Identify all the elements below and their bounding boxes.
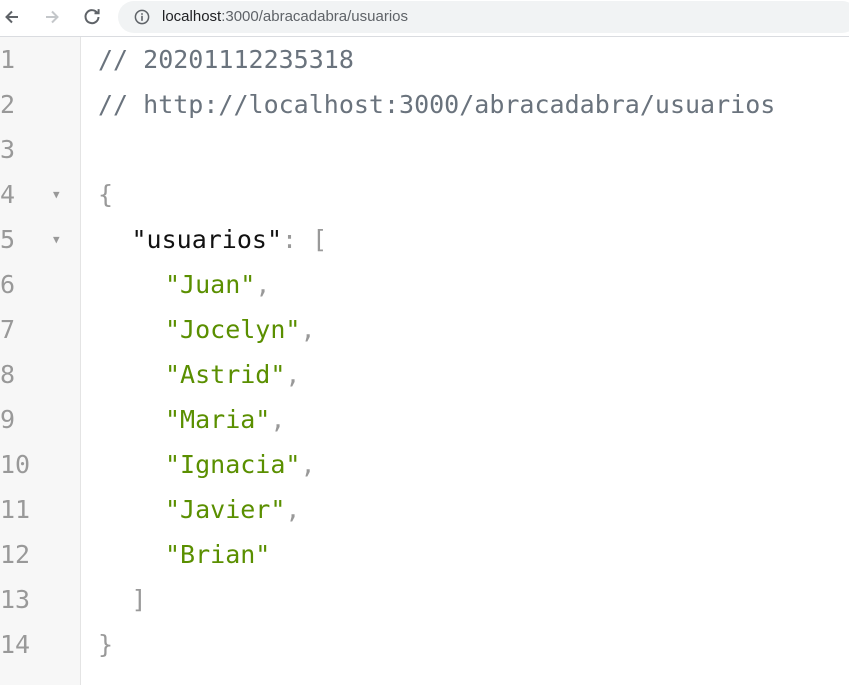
code-line: 6 "Juan", <box>0 262 849 307</box>
code-line: 3 <box>0 127 849 172</box>
code-line: 5 ▼ "usuarios": [ <box>0 217 849 262</box>
code-token-punct: , <box>285 495 301 524</box>
code-line: 11 "Javier", <box>0 487 849 532</box>
reload-button[interactable] <box>80 6 104 28</box>
line-number: 13 <box>0 585 31 614</box>
line-number: 2 <box>0 90 16 119</box>
line-number: 12 <box>0 540 31 569</box>
code-content: "Jocelyn", <box>165 307 316 352</box>
line-number: 10 <box>0 450 31 479</box>
arrow-right-icon <box>46 10 59 24</box>
code-token-punct: , <box>300 315 316 344</box>
code-content: "Maria", <box>165 397 285 442</box>
code-token-punct: ] <box>131 585 147 614</box>
code-content: "Astrid", <box>165 352 300 397</box>
code-content: "Brian" <box>165 532 270 577</box>
line-number: 1 <box>0 45 16 74</box>
code-token-punct: , <box>285 360 301 389</box>
fold-triangle-icon[interactable]: ▼ <box>53 217 60 262</box>
line-number: 14 <box>0 630 31 659</box>
code-token-comment: // 20201112235318 <box>98 45 354 74</box>
code-content: "Juan", <box>165 262 270 307</box>
line-number: 3 <box>0 135 16 164</box>
code-token-punct: , <box>270 405 286 434</box>
code-line: 8 "Astrid", <box>0 352 849 397</box>
code-token-punct: : [ <box>282 225 328 254</box>
line-number: 8 <box>0 360 16 389</box>
forward-button[interactable] <box>40 6 64 28</box>
code-token-str: "Javier" <box>165 495 286 524</box>
code-line: 4 ▼ { <box>0 172 849 217</box>
code-content: } <box>98 622 113 667</box>
code-content: "Javier", <box>165 487 300 532</box>
code-line: 7 "Jocelyn", <box>0 307 849 352</box>
code-token-punct: , <box>300 450 316 479</box>
line-number: 9 <box>0 405 16 434</box>
address-bar[interactable]: localhost:3000/abracadabra/usuarios <box>118 1 849 33</box>
line-number: 11 <box>0 495 31 524</box>
info-icon[interactable] <box>134 9 150 25</box>
code-line: 12 "Brian" <box>0 532 849 577</box>
code-line: 1 // 20201112235318 <box>0 37 849 82</box>
code-token-comment: // http://localhost:3000/abracadabra/usu… <box>98 90 776 119</box>
code-token-str: "Astrid" <box>165 360 286 389</box>
code-token-punct: } <box>98 630 114 659</box>
json-viewer: 1 // 20201112235318 2 // http://localhost:3… <box>0 37 849 685</box>
code-line: 10 "Ignacia", <box>0 442 849 487</box>
code-token-str: "Jocelyn" <box>165 315 301 344</box>
url-path: :3000/abracadabra/usuarios <box>221 8 408 25</box>
line-number: 5 <box>0 225 16 254</box>
fold-triangle-icon[interactable]: ▼ <box>53 172 60 217</box>
code-line: 9 "Maria", <box>0 397 849 442</box>
line-number: 7 <box>0 315 16 344</box>
url-text[interactable]: localhost:3000/abracadabra/usuarios <box>162 1 408 33</box>
arrow-left-icon <box>5 10 18 24</box>
browser-toolbar: localhost:3000/abracadabra/usuarios <box>0 0 849 37</box>
code-content: { <box>98 172 113 217</box>
code-token-str: "Ignacia" <box>165 450 301 479</box>
line-number: 4 <box>0 180 16 209</box>
code-line: 2 // http://localhost:3000/abracadabra/us… <box>0 82 849 127</box>
code-content: "usuarios": [ <box>132 217 328 262</box>
code-token-punct: { <box>98 180 114 209</box>
code-token-str: "Brian" <box>165 540 271 569</box>
line-number: 6 <box>0 270 16 299</box>
reload-icon <box>84 9 100 25</box>
code-token-str: "Maria" <box>165 405 271 434</box>
code-token-key: "usuarios" <box>131 225 283 254</box>
code-token-str: "Juan" <box>165 270 256 299</box>
code-token-punct: , <box>255 270 271 299</box>
code-content: "Ignacia", <box>165 442 316 487</box>
code-content: // http://localhost:3000/abracadabra/usu… <box>98 82 775 127</box>
code-content: ] <box>132 577 147 622</box>
code-line: 13] <box>0 577 849 622</box>
back-button[interactable] <box>0 6 24 28</box>
code-content: // 20201112235318 <box>98 37 354 82</box>
code-line: 14} <box>0 622 849 667</box>
url-host: localhost <box>162 8 222 25</box>
